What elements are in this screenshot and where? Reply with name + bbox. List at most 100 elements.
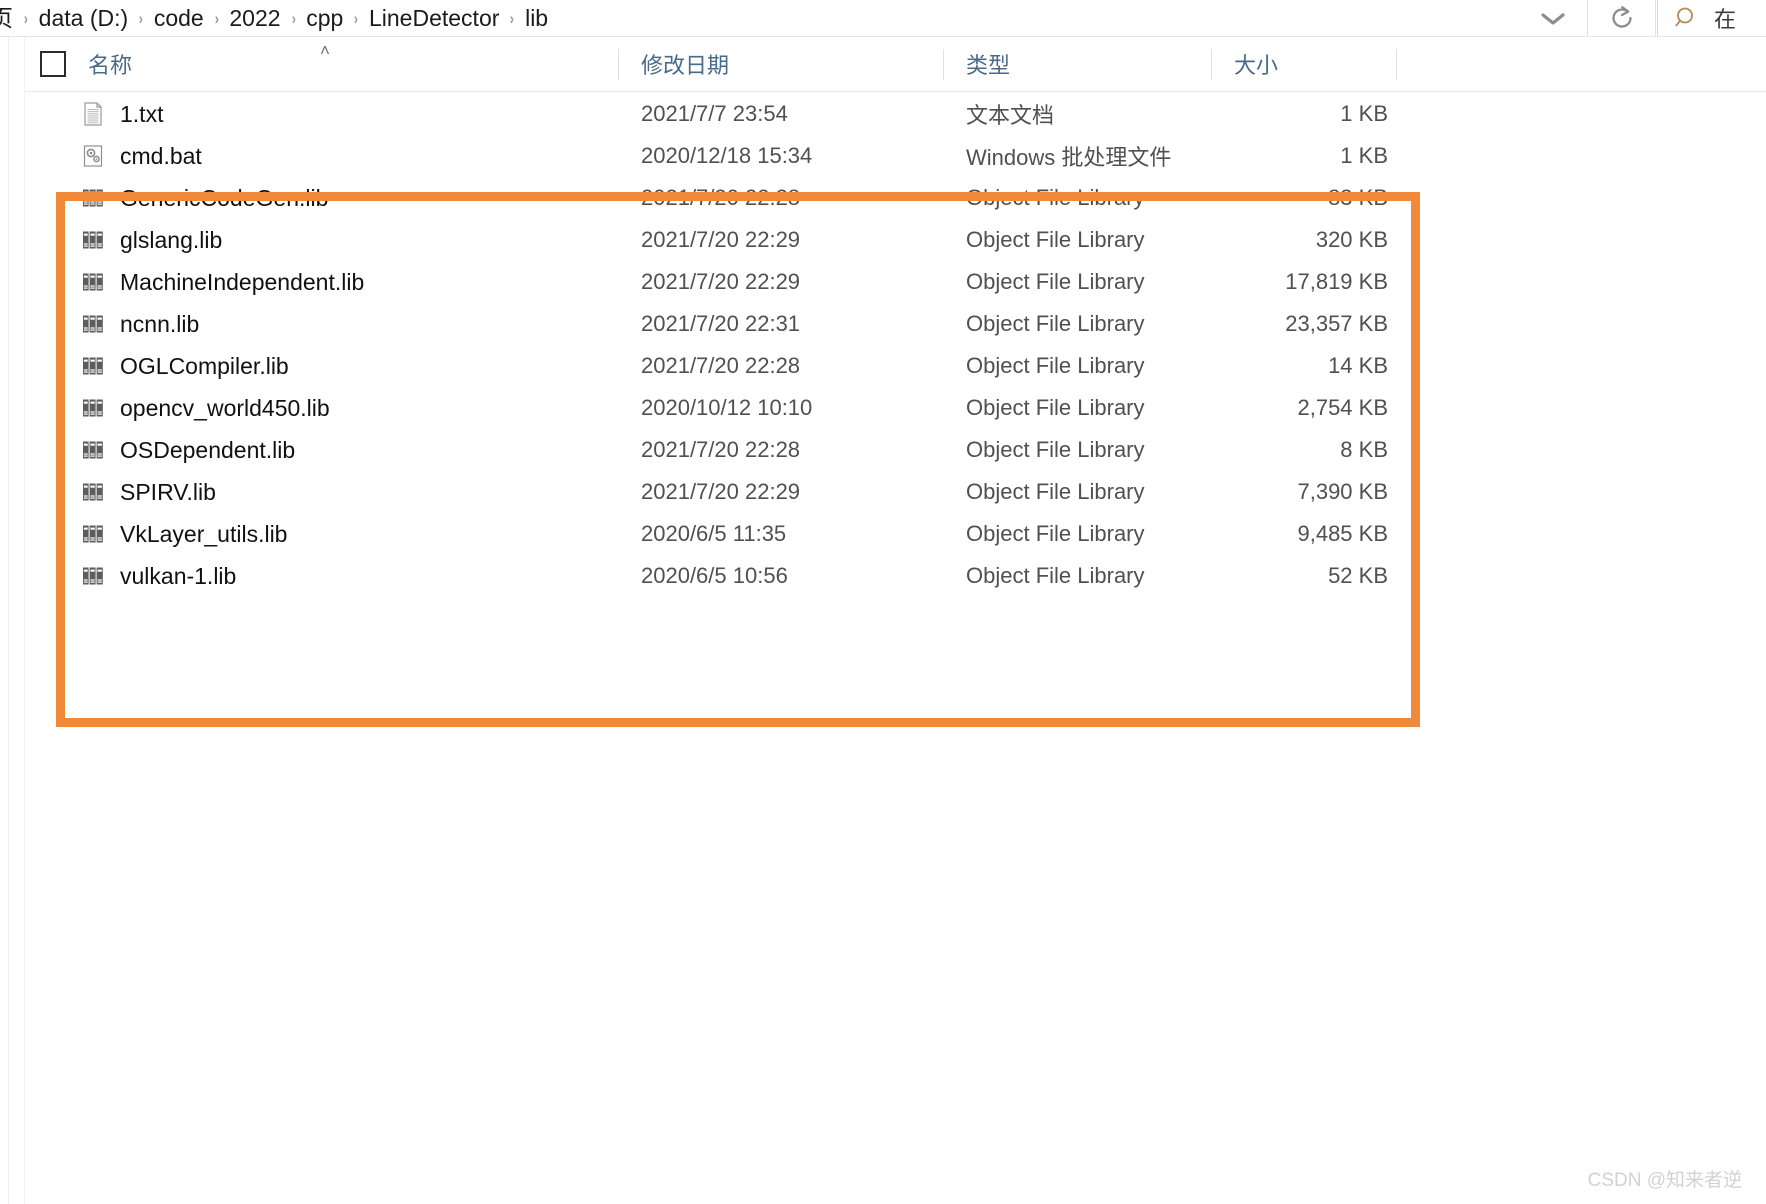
file-name-label: glslang.lib	[120, 226, 223, 253]
window-left-edge	[0, 37, 9, 1204]
search-box[interactable]: 在	[1657, 0, 1766, 37]
file-row[interactable]: cmd.bat 2020/12/18 15:34 Windows 批处理文件 1 KB	[25, 135, 1766, 177]
breadcrumb-separator-icon[interactable]: ›	[208, 0, 226, 37]
file-type: 文本文档	[966, 103, 1055, 128]
file-size: 2,754 KB	[1297, 395, 1388, 420]
file-name-cell[interactable]: VkLayer_utils.lib	[25, 521, 619, 548]
file-type: Object File Library	[966, 185, 1145, 210]
file-row[interactable]: SPIRV.lib 2021/7/20 22:29 Object File Libr…	[25, 471, 1766, 513]
breadcrumb-segment[interactable]: data (D:)	[38, 0, 129, 37]
breadcrumb-segment[interactable]: 页	[0, 0, 14, 37]
file-name-label: GenericCodeGen.lib	[120, 184, 329, 211]
file-name-cell[interactable]: cmd.bat	[25, 143, 619, 170]
address-bar: 页 › data (D:) › code › 2022 › cpp › LineDetector › l…	[0, 0, 1766, 37]
file-date-modified: 2021/7/20 22:29	[641, 269, 801, 294]
file-date-modified: 2020/6/5 10:56	[641, 563, 788, 588]
file-name-cell[interactable]: GenericCodeGen.lib	[25, 185, 619, 212]
breadcrumb-dropdown-button[interactable]	[1525, 0, 1581, 37]
file-name-cell[interactable]: OSDependent.lib	[25, 437, 619, 464]
breadcrumb-separator-icon[interactable]: ›	[132, 0, 150, 37]
object-library-icon	[83, 441, 103, 459]
object-library-icon	[83, 231, 103, 249]
file-type: Object File Library	[966, 479, 1145, 504]
file-name-cell[interactable]: OGLCompiler.lib	[25, 353, 619, 380]
breadcrumb[interactable]: 页 › data (D:) › code › 2022 › cpp › LineDetector › l…	[0, 0, 1588, 37]
file-row[interactable]: ncnn.lib 2021/7/20 22:31 Object File Libra…	[25, 303, 1766, 345]
column-header-type[interactable]: 类型	[944, 37, 1212, 91]
file-size: 320 KB	[1315, 227, 1388, 252]
file-name-cell[interactable]: vulkan-1.lib	[25, 563, 619, 590]
column-header-size-label: 大小	[1234, 53, 1279, 78]
file-name-cell[interactable]: opencv_world450.lib	[25, 395, 619, 422]
chevron-down-icon	[1541, 12, 1565, 25]
text-document-icon	[84, 102, 102, 126]
file-name-cell[interactable]: 1.txt	[25, 101, 619, 128]
file-date-modified: 2021/7/20 22:29	[641, 227, 801, 252]
file-date-modified: 2021/7/20 22:28	[641, 353, 801, 378]
object-library-icon	[83, 189, 103, 207]
object-library-icon	[83, 357, 103, 375]
file-name-label: cmd.bat	[120, 142, 202, 169]
file-list: 1.txt 2021/7/7 23:54 文本文档 1 KB cmd.bat 2020/1…	[25, 93, 1766, 597]
file-row[interactable]: glslang.lib 2021/7/20 22:29 Object File Li…	[25, 219, 1766, 261]
file-date-modified: 2021/7/20 22:28	[641, 437, 801, 462]
file-row[interactable]: OSDependent.lib 2021/7/20 22:28 Object Fil…	[25, 429, 1766, 471]
batch-file-icon	[83, 145, 103, 167]
search-input-placeholder: 在	[1714, 7, 1737, 32]
file-row[interactable]: MachineIndependent.lib 2021/7/20 22:29 Obj…	[25, 261, 1766, 303]
file-date-modified: 2020/6/5 11:35	[641, 521, 787, 546]
select-all-checkbox[interactable]	[40, 51, 66, 77]
breadcrumb-segment[interactable]: code	[153, 0, 205, 37]
file-row[interactable]: OGLCompiler.lib 2021/7/20 22:28 Object Fil…	[25, 345, 1766, 387]
column-header-date-modified[interactable]: 修改日期	[619, 37, 944, 91]
refresh-button[interactable]	[1589, 0, 1656, 37]
file-row[interactable]: opencv_world450.lib 2020/10/12 10:10 Objec…	[25, 387, 1766, 429]
column-header-size[interactable]: 大小	[1212, 37, 1397, 91]
file-type: Object File Library	[966, 563, 1145, 588]
file-row[interactable]: 1.txt 2021/7/7 23:54 文本文档 1 KB	[25, 93, 1766, 135]
file-date-modified: 2020/10/12 10:10	[641, 395, 813, 420]
breadcrumb-segment[interactable]: lib	[524, 0, 549, 37]
file-type: Object File Library	[966, 437, 1145, 462]
file-date-modified: 2021/7/7 23:54	[641, 101, 788, 126]
csdn-watermark: CSDN @知来者逆	[1587, 1170, 1742, 1191]
file-name-cell[interactable]: SPIRV.lib	[25, 479, 619, 506]
object-library-icon	[83, 315, 103, 333]
column-header-name[interactable]: 名称 ˄	[25, 37, 619, 91]
file-name-label: 1.txt	[120, 100, 164, 127]
file-name-label: SPIRV.lib	[120, 478, 216, 505]
file-name-label: OSDependent.lib	[120, 436, 296, 463]
refresh-icon	[1612, 6, 1632, 28]
file-name-cell[interactable]: MachineIndependent.lib	[25, 269, 619, 296]
column-header-date-label: 修改日期	[641, 53, 730, 78]
column-header-row: 名称 ˄ 修改日期 类型 大小	[25, 37, 1766, 92]
breadcrumb-separator-icon[interactable]: ›	[347, 0, 365, 37]
object-library-icon	[83, 483, 103, 501]
file-row[interactable]: VkLayer_utils.lib 2020/6/5 11:35 Object Fi…	[25, 513, 1766, 555]
breadcrumb-separator-icon[interactable]: ›	[17, 0, 35, 37]
file-row[interactable]: vulkan-1.lib 2020/6/5 10:56 Object File Li…	[25, 555, 1766, 597]
file-date-modified: 2021/7/20 22:28	[641, 185, 801, 210]
file-name-cell[interactable]: ncnn.lib	[25, 311, 619, 338]
column-header-name-label: 名称	[88, 53, 133, 78]
file-row[interactable]: GenericCodeGen.lib 2021/7/20 22:28 Object …	[25, 177, 1766, 219]
object-library-icon	[83, 273, 103, 291]
file-size: 9,485 KB	[1297, 521, 1388, 546]
file-size: 8 KB	[1340, 437, 1388, 462]
file-type: Object File Library	[966, 395, 1145, 420]
breadcrumb-separator-icon[interactable]: ›	[285, 0, 303, 37]
file-date-modified: 2020/12/18 15:34	[641, 143, 813, 168]
breadcrumb-separator-icon[interactable]: ›	[503, 0, 521, 37]
file-size: 1 KB	[1340, 143, 1388, 168]
file-size: 23,357 KB	[1285, 311, 1388, 336]
object-library-icon	[83, 567, 103, 585]
search-icon	[1675, 7, 1693, 27]
column-divider[interactable]	[1396, 49, 1397, 80]
file-name-cell[interactable]: glslang.lib	[25, 227, 619, 254]
breadcrumb-segment[interactable]: cpp	[305, 0, 344, 37]
breadcrumb-segment[interactable]: LineDetector	[368, 0, 500, 37]
breadcrumb-segment[interactable]: 2022	[228, 0, 281, 37]
file-type: Object File Library	[966, 311, 1145, 336]
file-type: Object File Library	[966, 269, 1145, 294]
column-header-type-label: 类型	[966, 53, 1011, 78]
